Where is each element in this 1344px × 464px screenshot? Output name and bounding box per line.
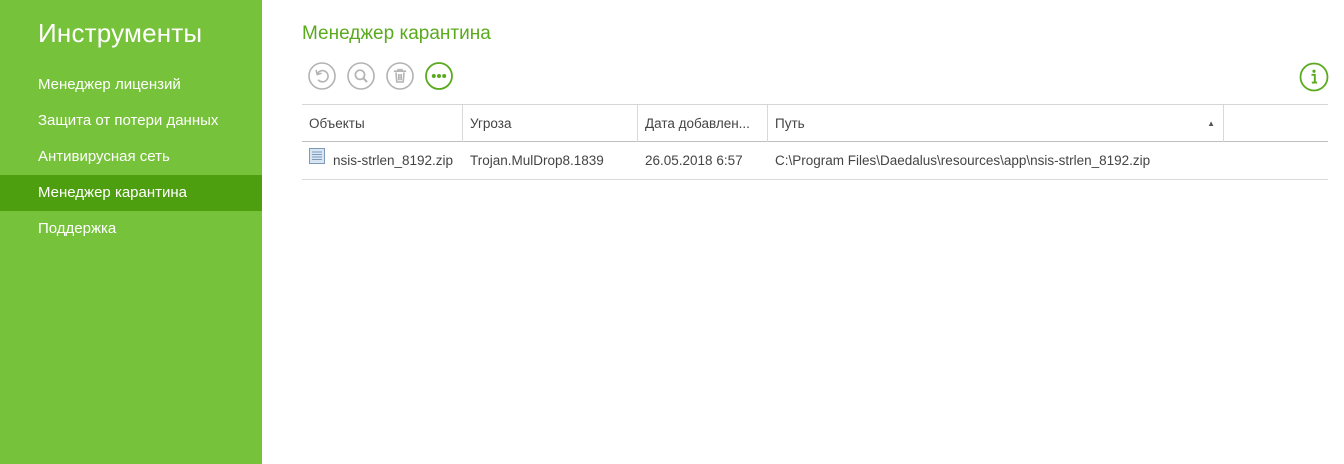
sidebar: Инструменты Менеджер лицензий Защита от … [0, 0, 262, 464]
restore-button[interactable] [308, 62, 336, 90]
file-icon [309, 142, 325, 178]
info-icon [1299, 62, 1329, 96]
cell-object: nsis-strlen_8192.zip [302, 142, 463, 179]
cell-path: C:\Program Files\Daedalus\resources\app\… [775, 153, 1151, 168]
page-title: Менеджер карантина [302, 23, 491, 44]
delete-button[interactable] [386, 62, 414, 90]
sidebar-title: Инструменты [38, 18, 203, 48]
sidebar-item-support[interactable]: Поддержка [0, 211, 262, 247]
sidebar-item-antivirus-network[interactable]: Антивирусная сеть [0, 139, 262, 175]
table-body: nsis-strlen_8192.zip Trojan.MulDrop8.183… [302, 142, 1328, 180]
trash-icon [386, 62, 414, 90]
column-header-objects[interactable]: Объекты [302, 105, 463, 142]
cell-threat: Trojan.MulDrop8.1839 [470, 153, 604, 168]
app-window: Инструменты Менеджер лицензий Защита от … [0, 0, 1344, 464]
sort-ascending-icon: ▲ [1207, 119, 1215, 128]
main-panel: Менеджер карантина Объекты Угроза Дата д… [262, 0, 1344, 464]
sidebar-item-quarantine-manager[interactable]: Менеджер карантина [0, 175, 262, 211]
more-button[interactable] [425, 62, 453, 90]
search-icon [347, 62, 375, 90]
table-header: Объекты Угроза Дата добавлен... Путь ▲ [302, 104, 1328, 142]
search-button[interactable] [347, 62, 375, 90]
column-header-threat[interactable]: Угроза [463, 105, 638, 142]
column-header-path-label: Путь [775, 116, 805, 131]
column-header-path[interactable]: Путь ▲ [768, 105, 1224, 142]
restore-icon [308, 62, 336, 90]
cell-date-added: 26.05.2018 6:57 [645, 153, 743, 168]
sidebar-item-license-manager[interactable]: Менеджер лицензий [0, 67, 262, 103]
sidebar-item-data-loss-protection[interactable]: Защита от потери данных [0, 103, 262, 139]
more-icon [425, 62, 453, 90]
quarantine-table: Объекты Угроза Дата добавлен... Путь ▲ n… [302, 104, 1328, 180]
column-header-date-added[interactable]: Дата добавлен... [638, 105, 768, 142]
info-button[interactable] [1299, 62, 1329, 92]
object-name: nsis-strlen_8192.zip [333, 153, 454, 168]
sidebar-nav: Менеджер лицензий Защита от потери данны… [0, 67, 262, 247]
table-row[interactable]: nsis-strlen_8192.zip Trojan.MulDrop8.183… [302, 142, 1328, 180]
